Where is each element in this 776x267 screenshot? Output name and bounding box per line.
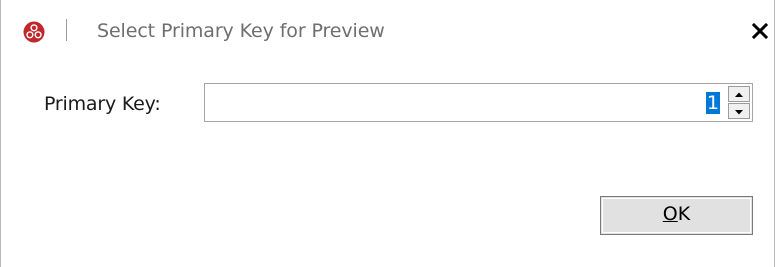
- spin-up-arrow-icon: [735, 92, 743, 97]
- close-button[interactable]: [747, 18, 773, 44]
- primary-key-value[interactable]: 1: [705, 92, 720, 114]
- title-separator: [66, 19, 67, 41]
- window-title: Select Primary Key for Preview: [97, 20, 385, 42]
- app-logo-icon: [23, 21, 45, 43]
- dialog-window: Select Primary Key for Preview Primary K…: [0, 0, 775, 267]
- primary-key-label: Primary Key:: [44, 93, 161, 115]
- spin-up-button[interactable]: [728, 86, 750, 102]
- spin-down-arrow-icon: [735, 110, 743, 115]
- title-bar[interactable]: Select Primary Key for Preview: [1, 0, 774, 62]
- primary-key-spinbox[interactable]: 1: [204, 83, 753, 122]
- ok-button-label: K: [677, 203, 691, 225]
- ok-button[interactable]: OK: [600, 196, 753, 235]
- ok-button-mnemonic: O: [662, 203, 678, 225]
- spin-buttons: [728, 86, 750, 119]
- close-icon: [751, 22, 769, 40]
- spin-down-button[interactable]: [728, 103, 750, 119]
